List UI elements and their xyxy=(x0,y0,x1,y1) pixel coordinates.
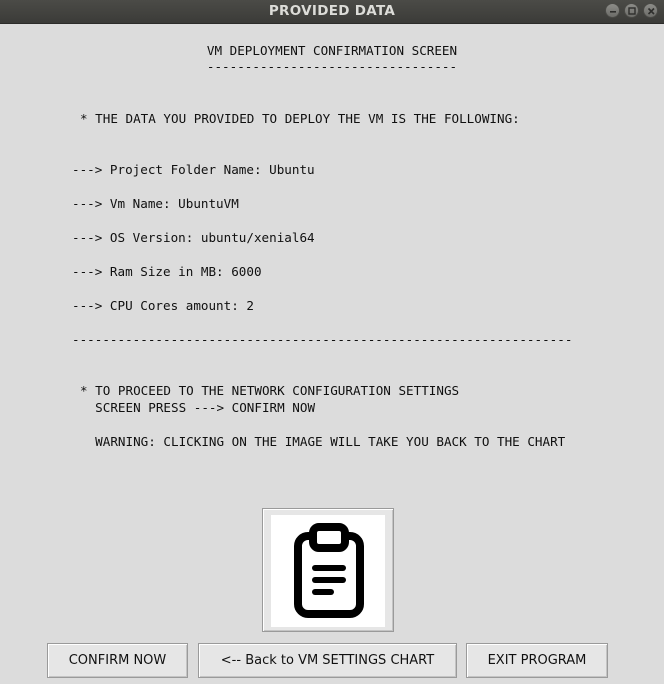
title-underline: --------------------------------- xyxy=(206,59,458,74)
title-bar: PROVIDED DATA xyxy=(0,0,664,24)
clipboard-image xyxy=(271,515,385,627)
minimize-icon[interactable] xyxy=(605,3,620,18)
clipboard-image-button[interactable] xyxy=(262,508,394,632)
confirm-now-button[interactable]: CONFIRM NOW xyxy=(47,643,188,678)
separator-line: ----------------------------------------… xyxy=(72,332,573,347)
back-to-chart-button[interactable]: <-- Back to VM SETTINGS CHART xyxy=(198,643,457,678)
warning-text: WARNING: CLICKING ON THE IMAGE WILL TAKE… xyxy=(80,434,566,449)
clipboard-icon xyxy=(294,523,364,618)
intro-text: * THE DATA YOU PROVIDED TO DEPLOY THE VM… xyxy=(80,111,520,126)
maximize-icon[interactable] xyxy=(624,3,639,18)
detail-os-version: ---> OS Version: ubuntu/xenial64 xyxy=(72,230,315,245)
detail-vm-name: ---> Vm Name: UbuntuVM xyxy=(72,196,239,211)
page-title: VM DEPLOYMENT CONFIRMATION SCREEN xyxy=(206,43,458,58)
detail-cpu-cores: ---> CPU Cores amount: 2 xyxy=(72,298,254,313)
exit-program-button[interactable]: EXIT PROGRAM xyxy=(466,643,608,678)
detail-ram-size: ---> Ram Size in MB: 6000 xyxy=(72,264,262,279)
detail-project-folder: ---> Project Folder Name: Ubuntu xyxy=(72,162,315,177)
instruction-line-2: SCREEN PRESS ---> CONFIRM NOW xyxy=(80,400,316,415)
window-title: PROVIDED DATA xyxy=(268,3,396,19)
instruction-line-1: * TO PROCEED TO THE NETWORK CONFIGURATIO… xyxy=(80,383,460,398)
close-icon[interactable] xyxy=(643,3,658,18)
